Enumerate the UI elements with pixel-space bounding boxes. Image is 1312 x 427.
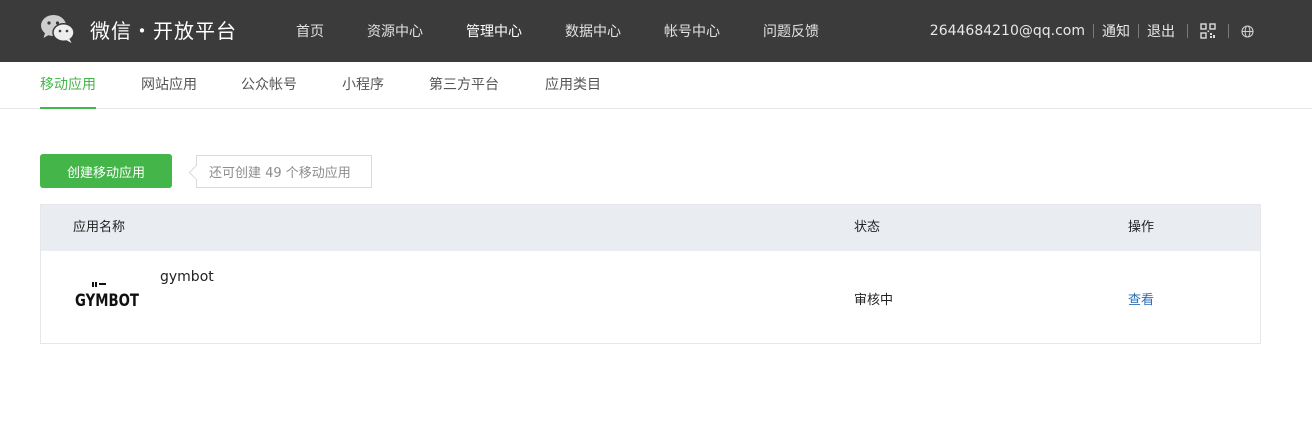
tab-mobile-apps[interactable]: 移动应用 bbox=[40, 62, 96, 109]
view-link[interactable]: 查看 bbox=[1128, 289, 1154, 308]
table-row: GYMBOT gymbot 审核中 查看 bbox=[41, 251, 1260, 343]
table-header: 应用名称 状态 操作 bbox=[41, 205, 1260, 251]
globe-icon[interactable] bbox=[1241, 24, 1254, 38]
divider bbox=[1138, 24, 1139, 38]
column-header-name: 应用名称 bbox=[73, 220, 126, 235]
top-navbar: 微信・开放平台 首页 资源中心 管理中心 数据中心 帐号中心 问题反馈 2644… bbox=[0, 0, 1312, 62]
status-badge: 审核中 bbox=[854, 293, 894, 308]
divider bbox=[1093, 24, 1094, 38]
app-table: 应用名称 状态 操作 GYMBOT gymbot 审核中 查看 bbox=[40, 204, 1261, 344]
platform-title: 微信・开放平台 bbox=[90, 18, 237, 43]
nav-item-feedback[interactable]: 问题反馈 bbox=[763, 21, 819, 41]
nav-item-home[interactable]: 首页 bbox=[296, 21, 324, 41]
divider bbox=[1228, 24, 1229, 38]
tab-third-party[interactable]: 第三方平台 bbox=[429, 62, 499, 108]
create-mobile-app-button[interactable]: 创建移动应用 bbox=[40, 154, 172, 188]
svg-text:GYMBOT: GYMBOT bbox=[75, 291, 139, 309]
quota-tip: 还可创建 49 个移动应用 bbox=[196, 155, 372, 188]
tab-official-accounts[interactable]: 公众帐号 bbox=[241, 62, 297, 108]
main-nav: 首页 资源中心 管理中心 数据中心 帐号中心 问题反馈 bbox=[296, 0, 862, 62]
wechat-icon bbox=[41, 15, 75, 43]
nav-item-management[interactable]: 管理中心 bbox=[466, 21, 522, 41]
app-name[interactable]: gymbot bbox=[160, 269, 214, 285]
sub-nav: 移动应用 网站应用 公众帐号 小程序 第三方平台 应用类目 bbox=[0, 62, 1312, 109]
logout-link[interactable]: 退出 bbox=[1147, 21, 1175, 41]
quota-text: 还可创建 49 个移动应用 bbox=[209, 166, 351, 181]
column-header-action: 操作 bbox=[1128, 220, 1155, 235]
tab-website-apps[interactable]: 网站应用 bbox=[141, 62, 197, 108]
notify-link[interactable]: 通知 bbox=[1102, 21, 1130, 41]
divider bbox=[1187, 24, 1188, 38]
nav-item-data[interactable]: 数据中心 bbox=[565, 21, 621, 41]
user-bar: 2644684210@qq.com 通知 退出 bbox=[930, 0, 1254, 62]
wechat-logo[interactable]: 微信・开放平台 bbox=[40, 12, 237, 46]
qrcode-icon[interactable] bbox=[1200, 23, 1216, 39]
column-header-status: 状态 bbox=[854, 220, 881, 235]
nav-item-resources[interactable]: 资源中心 bbox=[367, 21, 423, 41]
app-logo: GYMBOT bbox=[75, 282, 139, 309]
tab-mini-programs[interactable]: 小程序 bbox=[342, 62, 384, 108]
tab-app-categories[interactable]: 应用类目 bbox=[545, 62, 601, 108]
user-email[interactable]: 2644684210@qq.com bbox=[930, 23, 1085, 39]
nav-item-account[interactable]: 帐号中心 bbox=[664, 21, 720, 41]
